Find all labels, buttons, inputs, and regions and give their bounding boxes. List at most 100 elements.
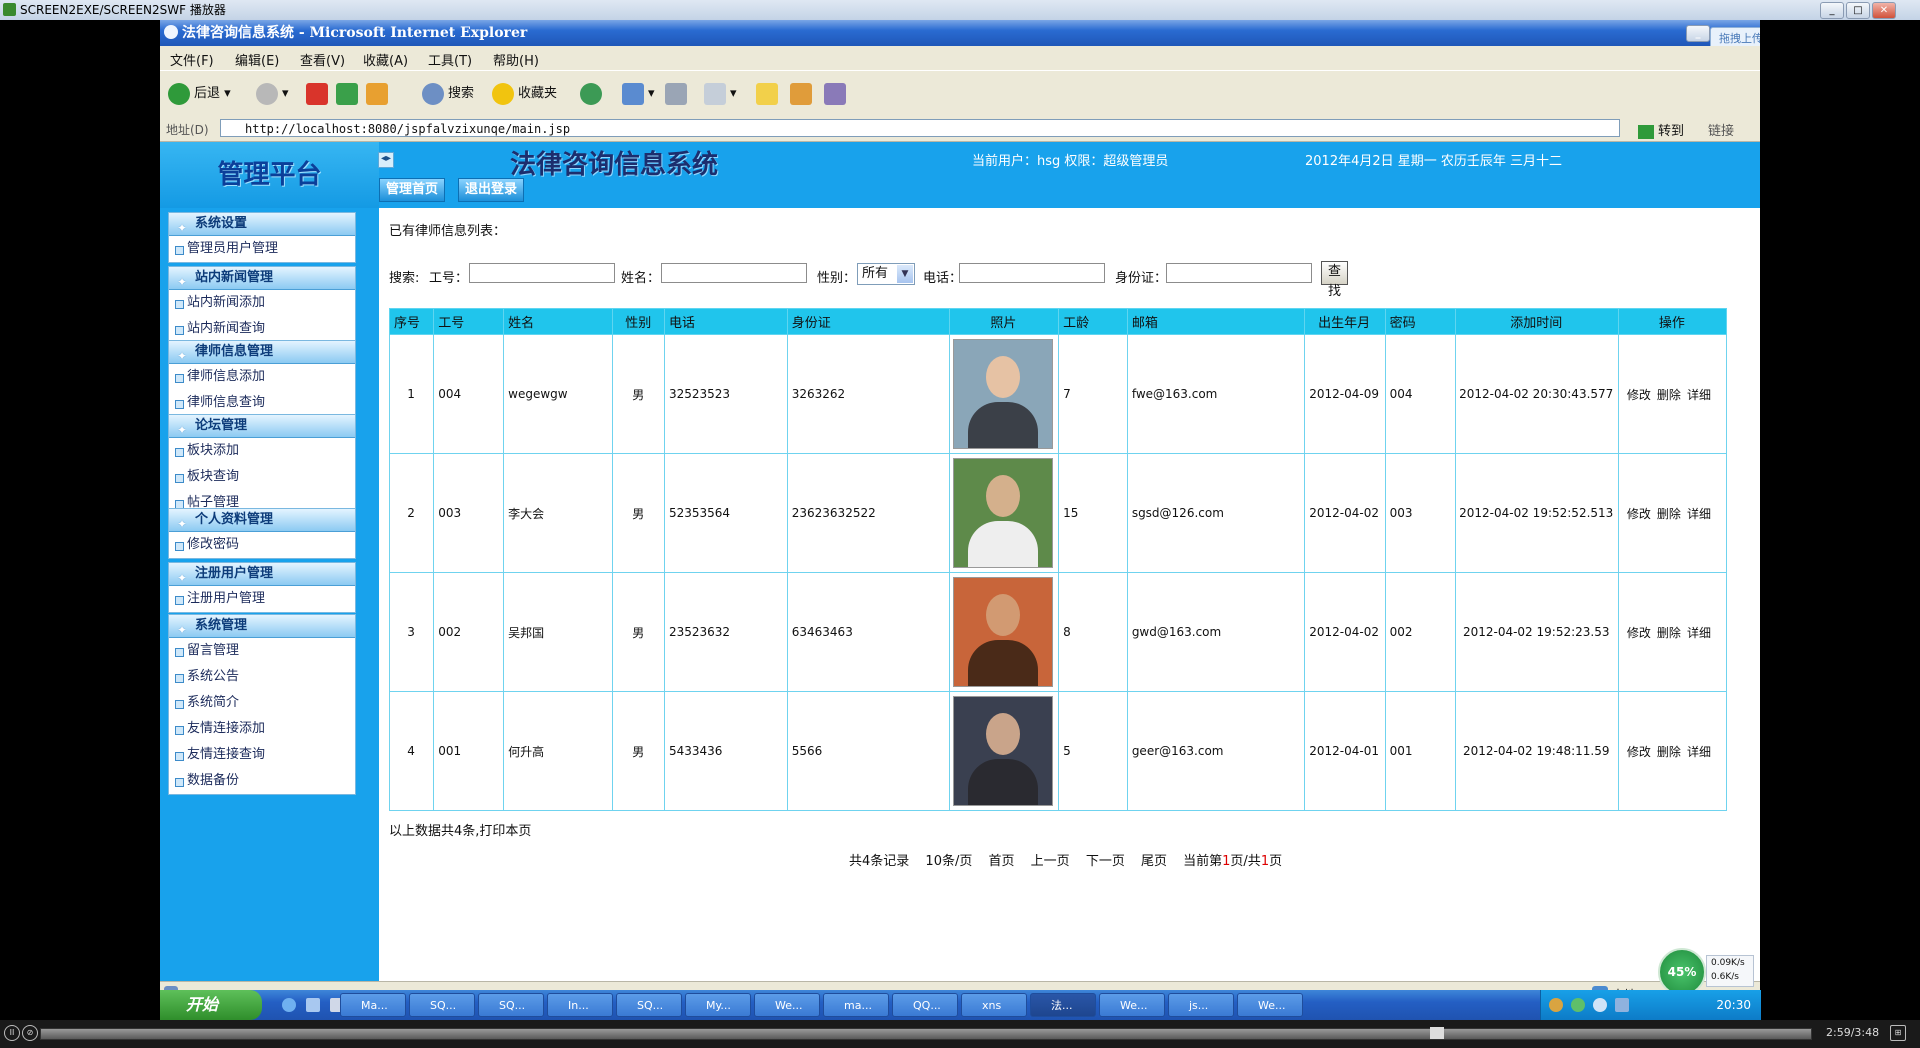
sidebar-item[interactable]: 律师信息查询 [169, 390, 355, 416]
forward-button[interactable]: ▾ [256, 81, 289, 107]
history-button[interactable] [580, 81, 606, 107]
lawyer-photo[interactable] [953, 339, 1054, 449]
stop-playback-icon[interactable]: ⊘ [22, 1025, 38, 1041]
detail-link[interactable]: 详细 [1687, 626, 1711, 640]
network-gauge[interactable]: 45% [1658, 948, 1706, 996]
sidebar-item[interactable]: 板块查询 [169, 464, 355, 490]
taskbar-task[interactable]: We... [1237, 993, 1303, 1017]
edit-link[interactable]: 修改 [1627, 388, 1651, 402]
find-button[interactable]: 查找 [1321, 261, 1349, 299]
sidebar-group-header[interactable]: ✦ 律师信息管理 [169, 341, 355, 364]
idcard-input[interactable] [1166, 263, 1312, 283]
search-button[interactable]: 搜索 [422, 81, 474, 107]
edit-link[interactable]: 修改 [1627, 745, 1651, 759]
sidebar-item[interactable]: 站内新闻查询 [169, 316, 355, 342]
start-button[interactable]: 开始 [160, 990, 262, 1020]
taskbar-task[interactable]: ma... [823, 993, 889, 1017]
taskbar-task[interactable]: xns [961, 993, 1027, 1017]
detail-link[interactable]: 详细 [1687, 507, 1711, 521]
sidebar-item[interactable]: 留言管理 [169, 638, 355, 664]
menu-view[interactable]: 查看(V) [300, 50, 345, 69]
quicklaunch-desktop-icon[interactable] [306, 998, 320, 1012]
lawyer-photo[interactable] [953, 458, 1054, 568]
taskbar-task[interactable]: We... [754, 993, 820, 1017]
detail-link[interactable]: 详细 [1687, 388, 1711, 402]
taskbar-task[interactable]: SQ... [478, 993, 544, 1017]
player-maximize-button[interactable]: □ [1846, 2, 1870, 19]
links-button[interactable]: 链接 [1708, 120, 1734, 139]
menu-favorites[interactable]: 收藏(A) [363, 50, 408, 69]
back-button[interactable]: 后退 ▾ [168, 81, 231, 107]
edit-link[interactable]: 修改 [1627, 626, 1651, 640]
gender-select[interactable]: 所有 ▼ [857, 263, 915, 285]
delete-link[interactable]: 删除 [1657, 626, 1681, 640]
taskbar-task[interactable]: My... [685, 993, 751, 1017]
menu-tools[interactable]: 工具(T) [428, 50, 472, 69]
lawyer-photo[interactable] [953, 696, 1054, 806]
tab-logout[interactable]: 退出登录 [458, 178, 525, 202]
menu-edit[interactable]: 编辑(E) [235, 50, 279, 69]
delete-link[interactable]: 删除 [1657, 388, 1681, 402]
sidebar-item[interactable]: 系统简介 [169, 690, 355, 716]
taskbar-task[interactable]: In... [547, 993, 613, 1017]
sidebar-item[interactable]: 修改密码 [169, 532, 355, 558]
name-input[interactable] [661, 263, 807, 283]
refresh-button[interactable] [336, 81, 362, 107]
taskbar-task[interactable]: SQ... [409, 993, 475, 1017]
player-minimize-button[interactable]: _ [1820, 2, 1844, 19]
sidebar-item[interactable]: 板块添加 [169, 438, 355, 464]
sidebar-item[interactable]: 管理员用户管理 [169, 236, 355, 262]
messenger-button[interactable] [824, 81, 850, 107]
taskbar-task[interactable]: We... [1099, 993, 1165, 1017]
lawyer-photo[interactable] [953, 577, 1054, 687]
sidebar-item[interactable]: 律师信息添加 [169, 364, 355, 390]
sidebar-item[interactable]: 数据备份 [169, 768, 355, 794]
sidebar-group-header[interactable]: ✦ 站内新闻管理 [169, 267, 355, 290]
tray-volume-icon[interactable] [1593, 998, 1607, 1012]
home-button[interactable] [366, 81, 392, 107]
taskbar-task[interactable]: 法... [1030, 993, 1096, 1017]
tray-display-icon[interactable] [1615, 998, 1629, 1012]
pager-first[interactable]: 首页 [989, 854, 1015, 869]
quicklaunch-ie-icon[interactable] [282, 998, 296, 1012]
tab-admin-home[interactable]: 管理首页 [379, 178, 446, 202]
taskbar-task[interactable]: Ma... [340, 993, 406, 1017]
menu-file[interactable]: 文件(F) [170, 50, 214, 69]
collapse-sidebar-icon[interactable]: ◂▸ [378, 152, 394, 168]
tray-icon[interactable] [1549, 998, 1563, 1012]
ie-minimize-button[interactable]: _ [1686, 25, 1710, 42]
sidebar-item[interactable]: 系统公告 [169, 664, 355, 690]
sidebar-group-header[interactable]: ✦ 个人资料管理 [169, 509, 355, 532]
employee-id-input[interactable] [469, 263, 615, 283]
pager-prev[interactable]: 上一页 [1031, 854, 1070, 869]
taskbar-task[interactable]: js... [1168, 993, 1234, 1017]
edit-link[interactable]: 修改 [1627, 507, 1651, 521]
fullscreen-icon[interactable]: ⊞ [1890, 1025, 1906, 1041]
pager-next[interactable]: 下一页 [1086, 854, 1125, 869]
sidebar-group-header[interactable]: ✦ 系统设置 [169, 213, 355, 236]
phone-input[interactable] [959, 263, 1105, 283]
sidebar-group-header[interactable]: ✦ 注册用户管理 [169, 563, 355, 586]
sidebar-item[interactable]: 注册用户管理 [169, 586, 355, 612]
delete-link[interactable]: 删除 [1657, 507, 1681, 521]
mail-button[interactable]: ▾ [622, 81, 655, 107]
sidebar-group-header[interactable]: ✦ 系统管理 [169, 615, 355, 638]
pager-last[interactable]: 尾页 [1141, 854, 1167, 869]
player-close-button[interactable]: ✕ [1872, 2, 1896, 19]
sidebar-item[interactable]: 友情连接查询 [169, 742, 355, 768]
print-button[interactable] [665, 81, 691, 107]
sidebar-item[interactable]: 站内新闻添加 [169, 290, 355, 316]
notes-button[interactable] [756, 81, 782, 107]
stop-button[interactable] [306, 81, 332, 107]
menu-help[interactable]: 帮助(H) [493, 50, 539, 69]
favorites-button[interactable]: 收藏夹 [492, 81, 557, 107]
sidebar-group-header[interactable]: ✦ 论坛管理 [169, 415, 355, 438]
taskbar-task[interactable]: SQ... [616, 993, 682, 1017]
tray-network-icon[interactable] [1571, 998, 1585, 1012]
sidebar-item[interactable]: 友情连接添加 [169, 716, 355, 742]
pause-icon[interactable]: II [4, 1025, 20, 1041]
progress-handle[interactable] [1430, 1027, 1444, 1039]
delete-link[interactable]: 删除 [1657, 745, 1681, 759]
edit-word-button[interactable]: ▾ [704, 81, 737, 107]
progress-bar[interactable] [40, 1028, 1812, 1040]
